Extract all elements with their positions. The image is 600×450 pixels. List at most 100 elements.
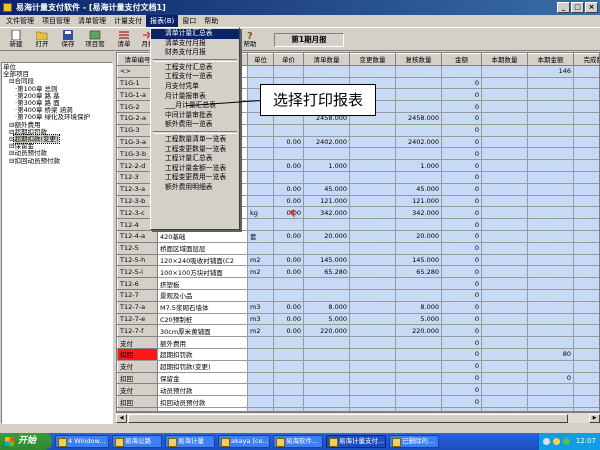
table-cell[interactable]	[481, 159, 528, 172]
table-cell[interactable]: 支付	[117, 383, 158, 397]
report-menu-item[interactable]: 工程支付汇总表	[151, 63, 239, 73]
table-cell[interactable]	[303, 371, 350, 385]
scroll-right-icon[interactable]: ▶	[589, 414, 600, 423]
table-cell[interactable]: 100×100方块衬铺面	[157, 265, 248, 279]
table-cell[interactable]: 8.000	[303, 300, 350, 314]
table-cell[interactable]	[273, 218, 304, 231]
table-cell[interactable]	[247, 371, 274, 385]
table-cell[interactable]	[349, 265, 396, 279]
table-cell[interactable]: 2458.000	[395, 111, 442, 125]
table-cell[interactable]: 超期扣罚款	[157, 347, 248, 361]
column-header[interactable]: 变更数量	[349, 53, 396, 66]
table-cell[interactable]	[573, 347, 599, 361]
taskbar-task-button[interactable]: 易海计量支付...	[326, 435, 386, 448]
table-cell[interactable]: 挤塑板	[157, 277, 248, 290]
table-cell[interactable]	[573, 336, 599, 349]
table-cell[interactable]	[349, 64, 396, 78]
table-cell[interactable]	[349, 359, 396, 373]
table-cell[interactable]	[527, 241, 574, 255]
table-row[interactable]: T12-7-a M7.5浆砌石墙体 m3 0.00 8.000 8.000 0	[117, 300, 599, 314]
table-cell[interactable]: 0	[441, 383, 482, 397]
table-cell[interactable]	[527, 229, 574, 243]
table-cell[interactable]: 保留金	[157, 371, 248, 385]
table-cell[interactable]: 80	[527, 347, 574, 361]
report-menu-item[interactable]: 工程支付一览表	[151, 72, 239, 82]
table-cell[interactable]: T12-5-i	[117, 265, 158, 279]
table-cell[interactable]: 220.000	[303, 324, 350, 338]
table-cell[interactable]: 1.000	[395, 159, 442, 172]
table-cell[interactable]	[349, 194, 396, 208]
table-cell[interactable]: 扣回	[117, 395, 158, 408]
tray-app-icon[interactable]	[563, 438, 570, 445]
table-cell[interactable]	[303, 277, 350, 290]
table-cell[interactable]	[349, 324, 396, 338]
table-cell[interactable]: m2	[247, 253, 274, 267]
report-menu-item[interactable]: 额外费用明细表	[151, 183, 239, 193]
table-cell[interactable]	[247, 218, 274, 231]
table-cell[interactable]	[247, 383, 274, 397]
table-cell[interactable]: 支付	[117, 336, 158, 349]
table-cell[interactable]: 扣回动员预付款	[157, 395, 248, 408]
table-cell[interactable]	[349, 336, 396, 349]
report-menu-item[interactable]: 月计量报审表	[151, 92, 239, 102]
table-cell[interactable]	[247, 147, 274, 161]
table-cell[interactable]	[303, 347, 350, 361]
table-cell[interactable]	[481, 359, 528, 373]
table-cell[interactable]	[573, 300, 599, 314]
table-cell[interactable]	[527, 194, 574, 208]
table-cell[interactable]: 0.00	[273, 312, 304, 326]
table-cell[interactable]: m3	[247, 300, 274, 314]
table-cell[interactable]: C20预制桩	[157, 312, 248, 326]
table-cell[interactable]: 121.000	[395, 194, 442, 208]
table-cell[interactable]	[303, 395, 350, 408]
table-cell[interactable]	[481, 147, 528, 161]
table-cell[interactable]	[349, 229, 396, 243]
table-cell[interactable]	[573, 64, 599, 78]
table-cell[interactable]: 5.000	[303, 312, 350, 326]
table-cell[interactable]: 0.00	[273, 182, 304, 196]
tray-network-icon[interactable]	[543, 438, 550, 445]
table-cell[interactable]	[527, 300, 574, 314]
table-cell[interactable]: 2402.000	[303, 135, 350, 149]
table-row[interactable]: T12-6 挤塑板 0	[117, 277, 599, 290]
table-row[interactable]: T12-7-e C20预制桩 m3 0.00 5.000 5.000 0	[117, 312, 599, 326]
table-cell[interactable]	[481, 253, 528, 267]
table-cell[interactable]: 套	[247, 229, 274, 243]
table-row[interactable]: T12-5-h 120×240吸收衬铺面(C2 m2 0.00 145.000 145.0…	[117, 253, 599, 267]
report-menu-item[interactable]: 工程变更费用一览表	[151, 173, 239, 183]
menu-report[interactable]: 报表(B)	[146, 15, 179, 27]
table-cell[interactable]: 0	[527, 371, 574, 385]
table-cell[interactable]	[481, 229, 528, 243]
table-cell[interactable]	[349, 241, 396, 255]
table-cell[interactable]	[349, 159, 396, 172]
tray-volume-icon[interactable]	[553, 438, 560, 445]
table-cell[interactable]	[481, 347, 528, 361]
table-cell[interactable]: 0	[441, 159, 482, 172]
report-menu-item[interactable]: 工程计量金额一览表	[151, 164, 239, 174]
table-cell[interactable]	[395, 64, 442, 78]
table-cell[interactable]: 0.00	[273, 300, 304, 314]
table-cell[interactable]	[573, 159, 599, 172]
table-cell[interactable]	[247, 395, 274, 408]
table-cell[interactable]	[247, 64, 274, 78]
table-cell[interactable]	[527, 147, 574, 161]
table-cell[interactable]	[573, 170, 599, 184]
menu-window[interactable]: 窗口	[178, 15, 200, 27]
table-cell[interactable]	[573, 324, 599, 338]
table-cell[interactable]: 0	[441, 111, 482, 125]
table-cell[interactable]	[349, 218, 396, 231]
maximize-button[interactable]: □	[571, 2, 584, 13]
menu-file[interactable]: 文件管理	[2, 15, 38, 27]
table-cell[interactable]: 0	[441, 277, 482, 290]
table-cell[interactable]	[573, 100, 599, 113]
table-cell[interactable]	[247, 336, 274, 349]
table-cell[interactable]	[481, 123, 528, 137]
table-cell[interactable]	[273, 359, 304, 373]
table-row[interactable]: T12-7-f 30cm厚米黄铺面 m2 0.00 220.000 220.000 0	[117, 324, 599, 338]
table-cell[interactable]	[481, 265, 528, 279]
table-cell[interactable]: 0	[441, 288, 482, 302]
table-cell[interactable]	[395, 371, 442, 385]
table-cell[interactable]: M7.5浆砌石墙体	[157, 300, 248, 314]
table-cell[interactable]	[247, 277, 274, 290]
table-cell[interactable]	[273, 147, 304, 161]
